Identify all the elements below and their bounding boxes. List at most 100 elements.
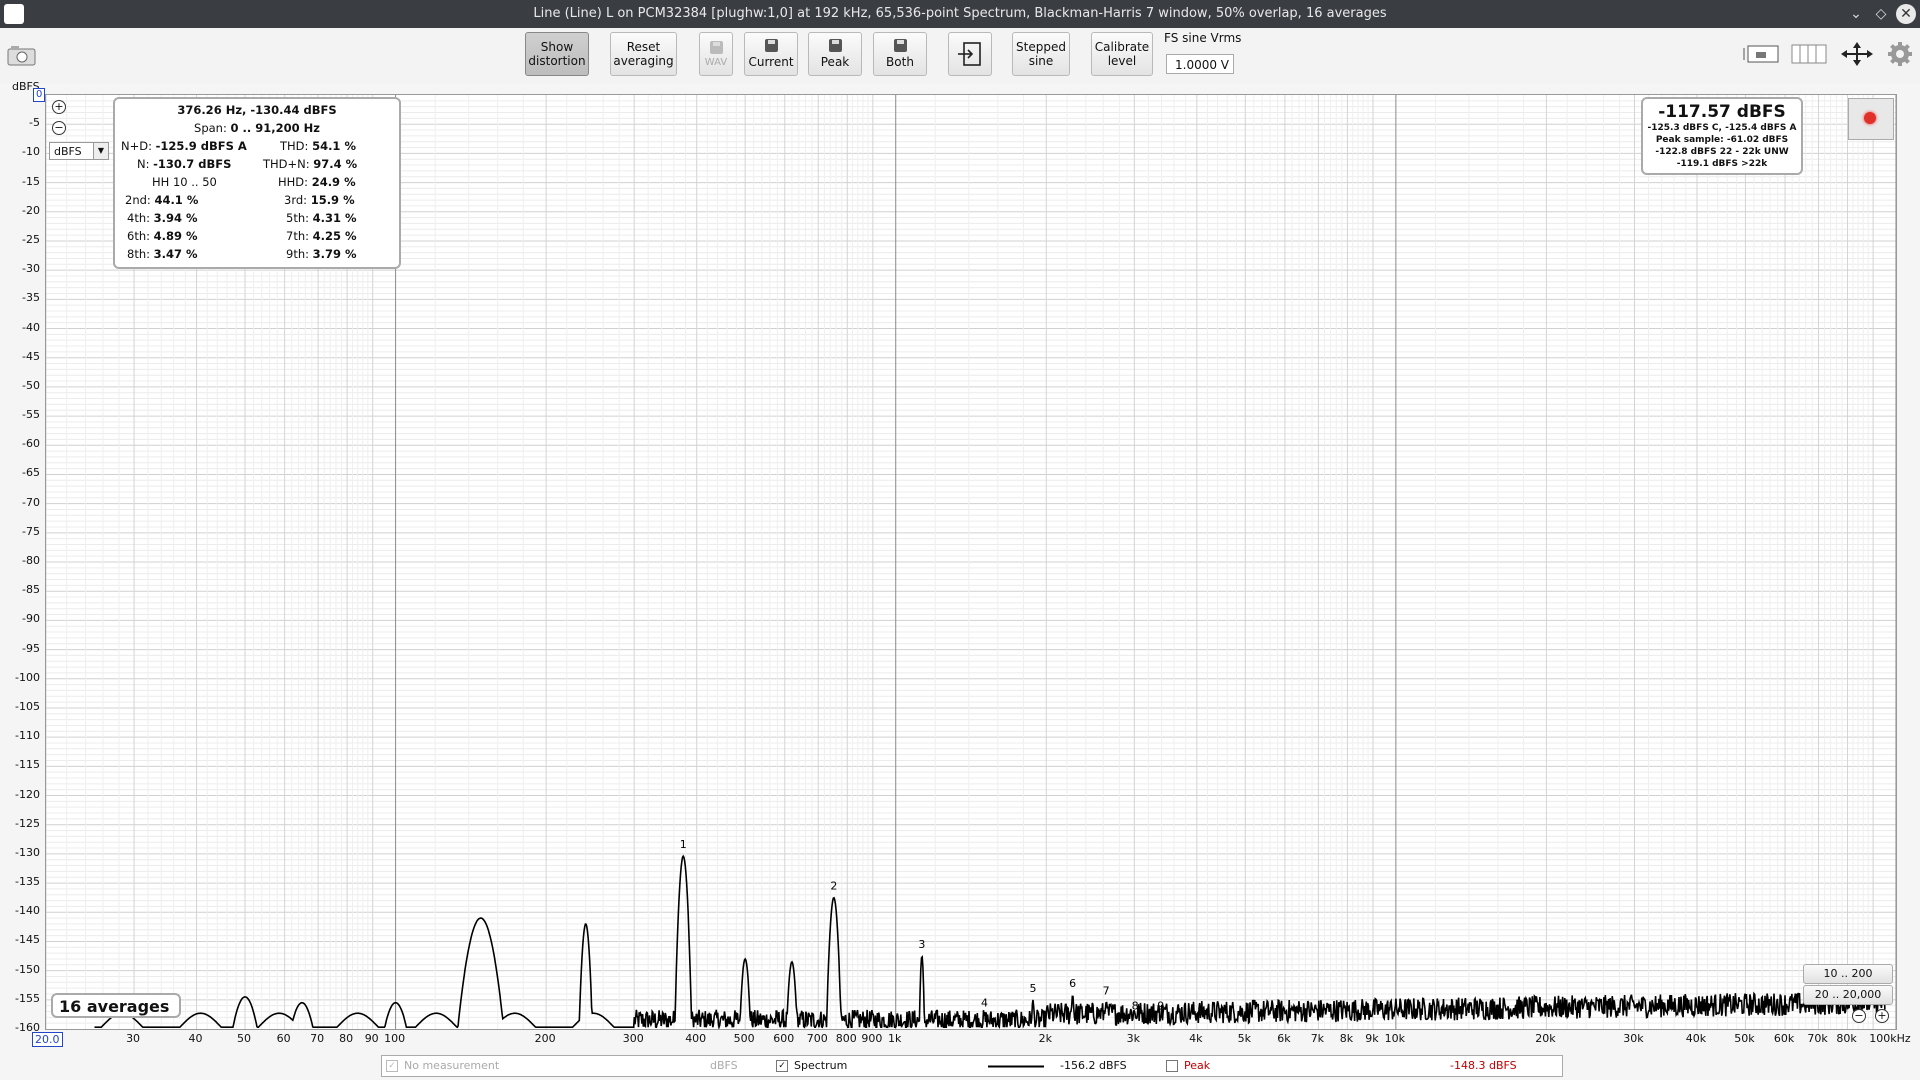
x-tick-label: 20k [1535, 1032, 1556, 1045]
h4-readout: 4th: 3.94 % [127, 211, 198, 225]
hh-range-label: HH 10 .. 50 [152, 175, 217, 189]
noise-readout: N: -130.7 dBFS [137, 157, 232, 171]
camera-icon[interactable] [7, 44, 37, 66]
harmonic-marker-5: 5 [1029, 982, 1036, 995]
range-10-200-button[interactable]: 10 .. 200 [1803, 964, 1893, 984]
x-tick-label: 100 [384, 1032, 406, 1045]
level-main-readout: -117.57 dBFS [1658, 102, 1786, 122]
x-tick-label: 600 [773, 1032, 795, 1045]
legend-spectrum-value: -156.2 dBFS [1060, 1059, 1127, 1072]
save-current-button[interactable]: Current [744, 32, 798, 76]
harmonic-marker-6: 6 [1069, 977, 1076, 990]
x-tick-label: 30k [1623, 1032, 1644, 1045]
x-zoom-out-icon[interactable]: − [1852, 1009, 1866, 1023]
y-tick-label: -55 [22, 408, 40, 422]
harmonic-marker-7: 7 [1103, 985, 1110, 998]
harmonic-marker-8: 8 [1132, 999, 1139, 1012]
legend-peak[interactable]: Peak [1166, 1059, 1210, 1072]
x-tick-label: 7k [1310, 1032, 1325, 1045]
minimize-icon[interactable]: ⌄ [1846, 4, 1866, 24]
record-button[interactable] [1848, 98, 1894, 140]
span-readout: Span: 0 .. 91,200 Hz [194, 121, 320, 135]
chevron-down-icon: ▼ [93, 143, 108, 159]
save-icon [709, 40, 723, 54]
x-tick-label: 9k [1365, 1032, 1379, 1045]
h2-readout: 2nd: 44.1 % [125, 193, 199, 207]
peak-sample-readout: Peak sample: -61.02 dBFS [1655, 135, 1789, 145]
y-tick-label: -80 [22, 554, 40, 567]
above-22k-readout: -119.1 dBFS >22k [1676, 159, 1768, 169]
y-tick-label: -40 [22, 320, 40, 334]
save-icon [893, 39, 907, 52]
x-tick-label: 1k [888, 1032, 902, 1045]
x-tick-label: 900 [861, 1032, 883, 1045]
checkbox-icon: ✓ [776, 1060, 788, 1072]
zoom-in-icon[interactable]: + [52, 100, 66, 114]
y-tick-label: -85 [22, 583, 40, 597]
y-tick-label: -25 [22, 232, 40, 246]
y-tick-label: -95 [22, 641, 40, 655]
harmonic-markers: 1 2 3 4 5 6 7 8 9 [680, 838, 1164, 1012]
thd-readout: THD: 54.1 % [280, 139, 356, 153]
x-tick-label: 70k [1807, 1032, 1828, 1045]
reset-averaging-button[interactable]: Reset averaging [610, 32, 677, 76]
y-axis-max-box[interactable]: 0 [33, 88, 46, 102]
legend-spectrum[interactable]: ✓ Spectrum [776, 1059, 847, 1072]
thdn-readout: THD+N: 97.4 % [263, 157, 358, 171]
x-tick-label: 80 [339, 1032, 354, 1045]
x-zoom-in-icon[interactable]: + [1875, 1009, 1889, 1023]
legend-bar: ✓ No measurement dBFS ✓ Spectrum -156.2 dB… [381, 1055, 1563, 1077]
x-tick-label: 300 [622, 1032, 644, 1045]
harmonic-marker-3: 3 [918, 938, 925, 951]
x-tick-label: 90 [364, 1032, 379, 1045]
export-icon [958, 42, 981, 66]
y-tick-label: -45 [22, 349, 40, 363]
x-tick-label: 50k [1734, 1032, 1755, 1045]
x-tick-label: 700 [806, 1032, 828, 1045]
unweighted-readout: -122.8 dBFS 22 - 22k UNW [1655, 147, 1789, 157]
h8-readout: 8th: 3.47 % [127, 247, 198, 261]
y-tick-label: -90 [22, 612, 40, 626]
save-peak-button[interactable]: Peak [808, 32, 862, 76]
nd-readout: N+D: -125.9 dBFS A [121, 139, 247, 153]
zoom-out-icon[interactable]: − [52, 121, 66, 135]
legend-no-measurement[interactable]: ✓ No measurement [386, 1059, 499, 1072]
fs-sine-label: FS sine Vrms [1164, 31, 1242, 45]
show-distortion-button[interactable]: Show distortion [525, 32, 589, 76]
stepped-sine-button[interactable]: Stepped sine [1012, 32, 1070, 76]
y-tick-label: -125 [15, 816, 40, 830]
unit-select[interactable]: dBFS ▼ [49, 142, 109, 160]
x-tick-label: 8k [1339, 1032, 1354, 1045]
fit-arrows-icon[interactable] [1840, 42, 1874, 66]
x-tick-label: 500 [733, 1032, 755, 1045]
fundamental-readout: 376.26 Hz, -130.44 dBFS [177, 103, 337, 117]
save-both-button[interactable]: Both [873, 32, 927, 76]
harmonic-marker-2: 2 [830, 880, 837, 893]
y-tick-label: -105 [15, 699, 40, 713]
x-tick-label: 10k [1384, 1032, 1406, 1045]
h3-readout: 3rd: 15.9 % [284, 193, 355, 207]
h6-readout: 6th: 4.89 % [127, 229, 198, 243]
x-tick-label: 70 [310, 1032, 325, 1045]
graph-layout-icon[interactable] [1790, 42, 1828, 66]
x-tick-label: 30 [126, 1032, 141, 1045]
y-tick-label: -130 [15, 845, 40, 859]
settings-gear-icon[interactable] [1888, 42, 1912, 66]
y-tick-label: -65 [22, 466, 40, 480]
x-tick-label: 400 [685, 1032, 707, 1045]
range-20-20000-button[interactable]: 20 .. 20,000 [1803, 985, 1893, 1005]
spectrum-line-swatch [988, 1065, 1044, 1068]
x-tick-label: 800 [835, 1032, 857, 1045]
close-icon[interactable]: ✕ [1896, 4, 1916, 24]
hhd-readout: HHD: 24.9 % [278, 175, 356, 189]
y-tick-label: -140 [15, 904, 40, 918]
calibrate-level-button[interactable]: Calibrate level [1091, 32, 1153, 76]
window-layout-icon[interactable] [1742, 42, 1780, 66]
x-tick-label: 60k [1773, 1032, 1795, 1045]
export-button[interactable] [948, 32, 992, 76]
maximize-icon[interactable]: ◇ [1871, 4, 1891, 24]
x-axis-min-box[interactable]: 20.0 [32, 1032, 63, 1047]
fs-sine-input[interactable]: 1.0000 V [1166, 54, 1234, 74]
wav-save-button[interactable]: WAV [699, 32, 733, 76]
h5-readout: 5th: 4.31 % [286, 211, 357, 225]
